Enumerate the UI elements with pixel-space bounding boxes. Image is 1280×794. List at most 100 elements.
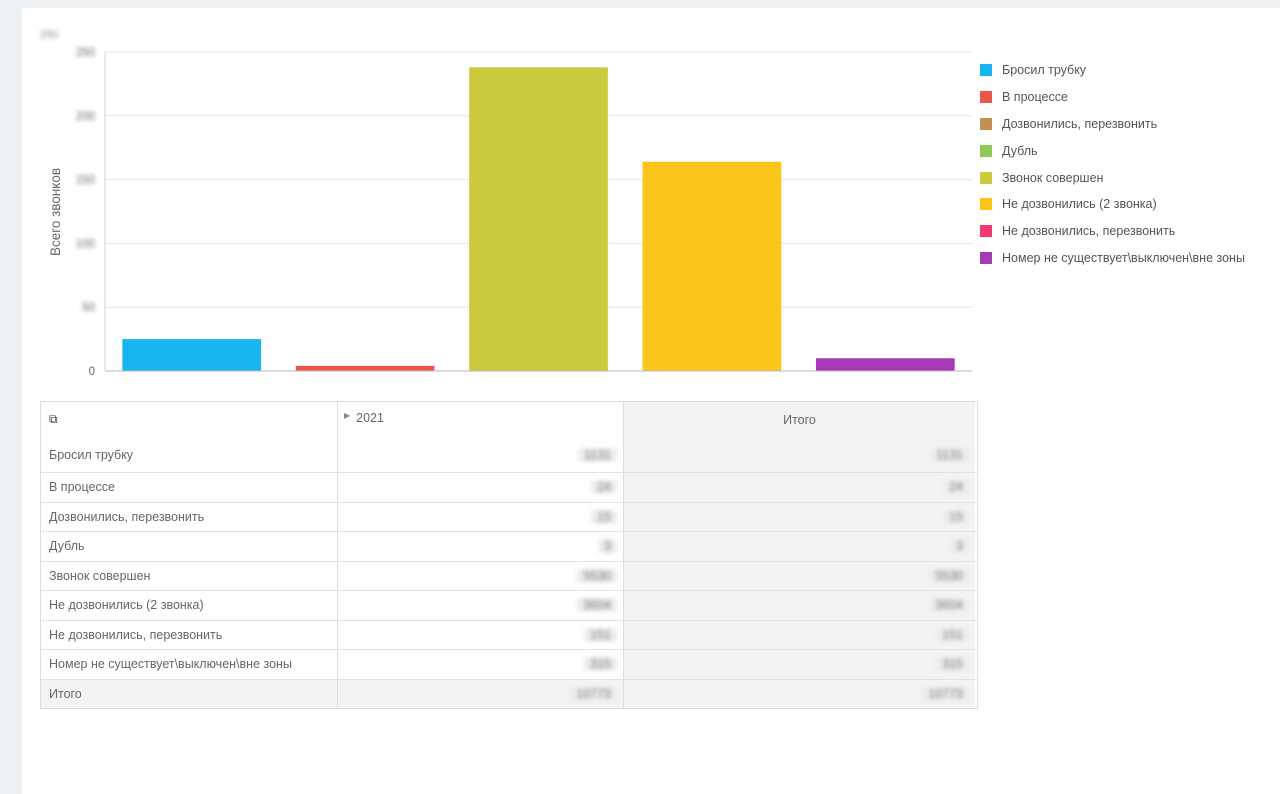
legend-label: Дозвонились, перезвонить — [1002, 116, 1158, 131]
pivot-year-cell: 15 — [338, 502, 624, 531]
bar-chart: 0 50 100 150 200 250 Всего звонков 250 — [40, 29, 972, 378]
pivot-row-label: Дубль — [41, 532, 338, 561]
legend-item[interactable]: Номер не существует\выключен\вне зоны — [980, 245, 1245, 272]
legend-item[interactable]: Бросил трубку — [980, 57, 1245, 84]
pivot-row-label: Не дозвонились (2 звонка) — [41, 591, 338, 620]
pivot-total-cell: 5530 — [624, 561, 975, 590]
pivot-year-value: 315 — [584, 657, 617, 672]
legend-label: Номер не существует\выключен\вне зоны — [1002, 250, 1245, 265]
pivot-row: Номер не существует\выключен\вне зоны 315… — [41, 649, 977, 679]
y-tick-label: 50 — [82, 302, 95, 314]
pivot-year-cell: 24 — [338, 473, 624, 502]
legend-label: Звонок совершен — [1002, 170, 1104, 185]
pivot-total-value: 10773 — [922, 686, 969, 701]
pivot-total-value: 15 — [943, 509, 969, 524]
pivot-fields-icon[interactable]: ⧉ — [49, 412, 58, 427]
pivot-year-cell: 315 — [338, 650, 624, 679]
bar[interactable] — [469, 67, 608, 371]
pivot-year-value: 1131 — [578, 447, 617, 462]
pivot-total-row: Итого 10773 10773 — [41, 678, 977, 708]
legend-item[interactable]: Не дозвонились, перезвонить — [980, 218, 1245, 245]
bar[interactable] — [642, 161, 782, 371]
legend-item[interactable]: Не дозвонились (2 звонка) — [980, 191, 1245, 218]
chart-corner-label: 250 — [40, 29, 58, 41]
pivot-year-value: 3 — [598, 539, 617, 554]
bar[interactable] — [122, 339, 262, 371]
pivot-corner[interactable]: ⧉ — [41, 402, 338, 437]
pivot-year-cell: 5530 — [338, 561, 624, 590]
legend-item[interactable]: Дозвонились, перезвонить — [980, 111, 1245, 138]
pivot-year-cell: 151 — [338, 620, 624, 649]
legend-item[interactable]: В процессе — [980, 84, 1245, 111]
legend-swatch — [980, 251, 992, 264]
legend-label: Дубль — [1002, 143, 1038, 158]
y-tick-label: 250 — [76, 47, 95, 59]
pivot-total-header: Итого — [624, 402, 975, 437]
y-axis-title: Всего звонков — [48, 168, 63, 256]
pivot-row: Звонок совершен 5530 5530 — [41, 560, 977, 590]
y-tick-label: 100 — [76, 238, 95, 250]
pivot-total-value: 24 — [943, 480, 969, 495]
pivot-row-label: Номер не существует\выключен\вне зоны — [41, 650, 338, 679]
pivot-row: Не дозвонились (2 звонка) 3604 3604 — [41, 590, 977, 620]
legend-label: Не дозвонились, перезвонить — [1002, 224, 1176, 239]
pivot-total-value: 3 — [950, 539, 969, 554]
legend-swatch — [980, 91, 992, 104]
pivot-year-cell: 3604 — [338, 591, 624, 620]
y-tick-label: 0 — [89, 366, 95, 378]
pivot-total-cell: 10773 — [624, 679, 975, 708]
pivot-header-row: ⧉ ▶ 2021 Итого — [41, 402, 977, 437]
pivot-row: Не дозвонились, перезвонить 151 151 — [41, 619, 977, 649]
pivot-total-cell: 3 — [624, 532, 975, 561]
pivot-row-label: Не дозвонились, перезвонить — [41, 620, 338, 649]
pivot-total-label: Итого — [783, 412, 816, 427]
pivot-total-cell: 15 — [624, 502, 975, 531]
pivot-total-cell: 3604 — [624, 591, 975, 620]
pivot-year-value: 10773 — [570, 686, 617, 701]
legend-item[interactable]: Звонок совершен — [980, 164, 1245, 191]
pivot-row-label: Бросил трубку — [41, 437, 338, 472]
pivot-year-header[interactable]: ▶ 2021 — [338, 402, 624, 437]
pivot-year-value: 151 — [584, 627, 617, 642]
pivot-row-label: Дозвонились, перезвонить — [41, 502, 338, 531]
pivot-year-value: 15 — [591, 509, 617, 524]
legend-item[interactable]: Дубль — [980, 137, 1245, 164]
pivot-row: В процессе 24 24 — [41, 472, 977, 502]
pivot-year-cell: 1131 — [338, 437, 624, 472]
y-tick-label: 200 — [76, 111, 95, 123]
pivot-total-value: 151 — [936, 627, 969, 642]
pivot-total-cell: 1131 — [624, 437, 975, 472]
pivot-row: Дубль 3 3 — [41, 531, 977, 561]
pivot-row: Бросил трубку 1131 1131 — [41, 437, 977, 472]
bar[interactable] — [815, 358, 955, 371]
pivot-total-cell: 24 — [624, 473, 975, 502]
legend-label: Не дозвонились (2 звонка) — [1002, 197, 1157, 212]
pivot-year-label: 2021 — [356, 411, 384, 425]
pivot-year-cell: 3 — [338, 532, 624, 561]
legend-swatch — [980, 117, 992, 130]
pivot-row-label: Звонок совершен — [41, 561, 338, 590]
expand-arrow-icon[interactable]: ▶ — [344, 411, 350, 420]
pivot-total-cell: 315 — [624, 650, 975, 679]
legend-swatch — [980, 144, 992, 157]
pivot-table: ⧉ ▶ 2021 Итого Бросил трубку 1131 1131 В пр… — [40, 401, 978, 709]
pivot-year-value: 5530 — [577, 568, 617, 583]
pivot-row: Дозвонились, перезвонить 15 15 — [41, 501, 977, 531]
pivot-total-cell: 151 — [624, 620, 975, 649]
pivot-total-value: 3604 — [929, 598, 969, 613]
y-tick-label: 150 — [76, 175, 95, 187]
chart-legend: Бросил трубку В процессе Дозвонились, пере… — [980, 57, 1245, 271]
pivot-total-value: 1131 — [930, 447, 969, 462]
pivot-year-value: 3604 — [577, 598, 617, 613]
legend-label: В процессе — [1002, 90, 1068, 105]
pivot-year-cell: 10773 — [338, 679, 624, 708]
legend-label: Бросил трубку — [1002, 63, 1087, 78]
bar[interactable] — [295, 365, 435, 371]
pivot-total-value: 315 — [936, 657, 969, 672]
pivot-year-value: 24 — [591, 480, 617, 495]
legend-swatch — [980, 64, 992, 77]
pivot-total-value: 5530 — [929, 568, 969, 583]
legend-swatch — [980, 225, 992, 238]
legend-swatch — [980, 171, 992, 184]
legend-swatch — [980, 198, 992, 211]
